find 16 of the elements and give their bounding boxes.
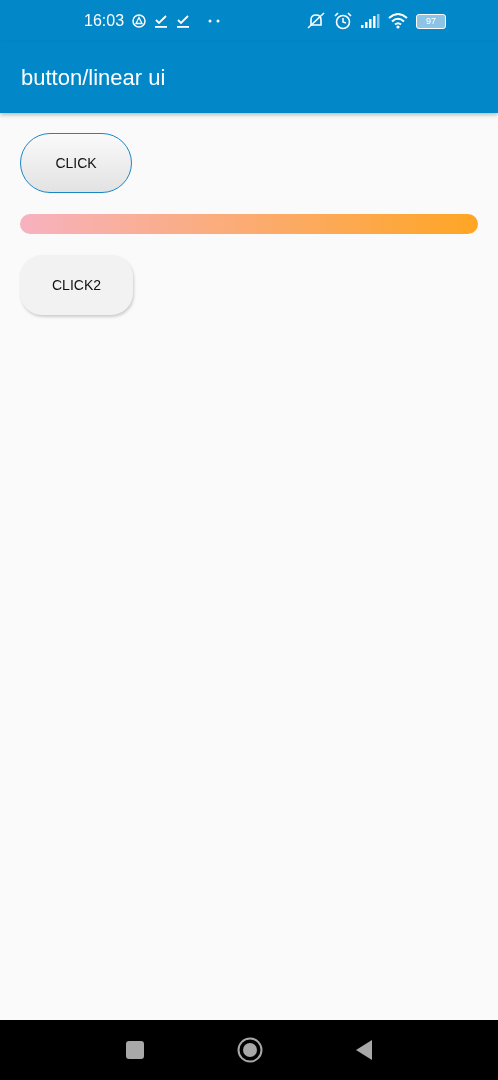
back-icon[interactable] [355, 1039, 373, 1061]
alarm-icon [334, 12, 352, 30]
battery-icon: 97 [416, 13, 446, 29]
wifi-icon [388, 13, 408, 29]
app-title: button/linear ui [21, 64, 166, 91]
more-icon [208, 19, 221, 23]
muted-bell-icon [306, 12, 326, 30]
check-icon [176, 14, 191, 28]
recents-icon[interactable] [125, 1040, 145, 1060]
check-icon [154, 14, 169, 28]
status-time: 16:03 [84, 12, 125, 30]
triangle-icon [132, 14, 147, 28]
home-icon[interactable] [237, 1037, 263, 1063]
signal-icon [360, 14, 380, 28]
click-button[interactable]: CLICK2 [20, 255, 133, 315]
click-button[interactable]: CLICK [20, 133, 132, 193]
